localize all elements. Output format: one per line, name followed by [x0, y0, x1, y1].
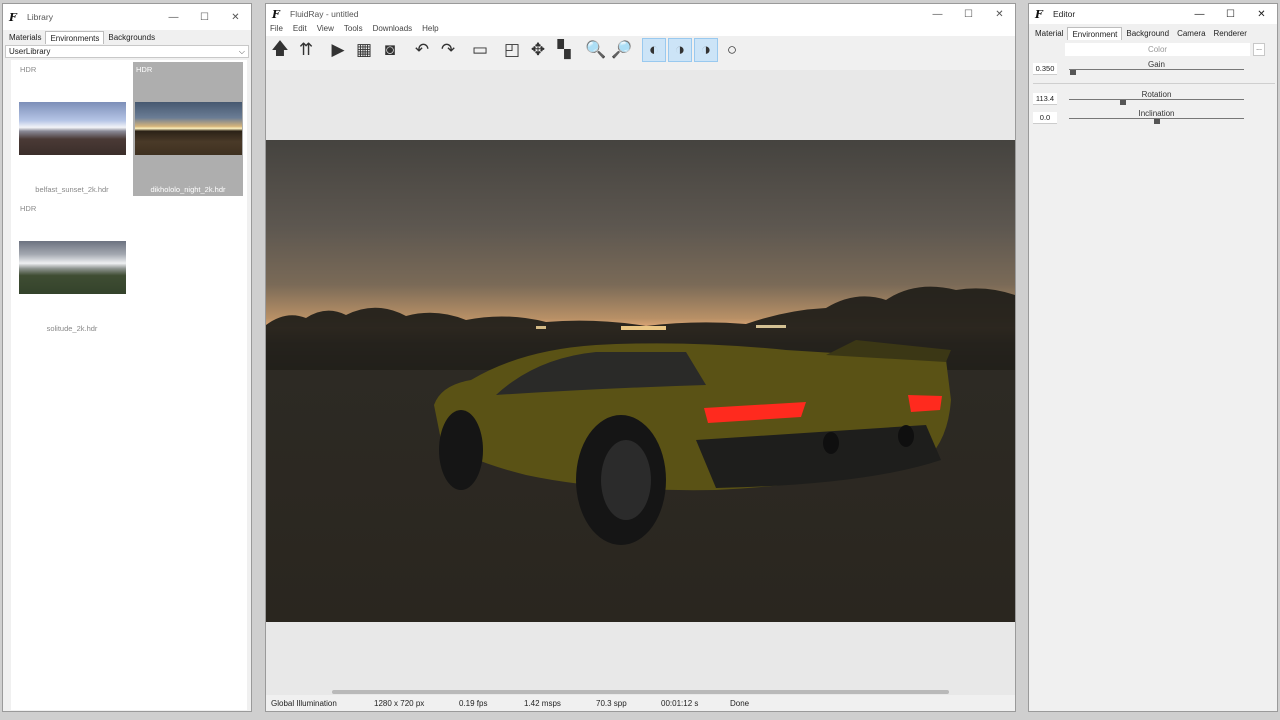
environment-thumbnail — [135, 102, 242, 155]
main-titlebar[interactable]: F FluidRay - untitled — ☐ ✕ — [266, 4, 1015, 24]
upload-icon[interactable]: 🡅 — [268, 38, 292, 62]
chevron-down-icon: ⌵ — [238, 47, 245, 56]
redo-icon[interactable]: ↷ — [436, 38, 460, 62]
hdr-badge: HDR — [136, 65, 153, 74]
menu-view[interactable]: View — [317, 24, 334, 36]
maximize-button[interactable]: ☐ — [953, 4, 984, 24]
inclination-slider-thumb[interactable] — [1153, 119, 1160, 124]
tab-camera[interactable]: Camera — [1173, 27, 1209, 40]
play-icon[interactable]: ▶ — [326, 38, 350, 62]
close-button[interactable]: ✕ — [220, 4, 251, 30]
environment-editor: Color ... 0.350 Gain 113.4 Rotation 0.0 … — [1029, 41, 1277, 711]
inclination-label: Inclination — [1138, 109, 1175, 118]
maximize-button[interactable]: ☐ — [1215, 4, 1246, 24]
status-msps: 1.42 msps — [524, 698, 561, 708]
tab-environment[interactable]: Environment — [1067, 27, 1123, 40]
zoom-in-icon[interactable]: 🔎 — [610, 38, 634, 62]
library-item[interactable]: HDR solitude_2k.hdr — [17, 201, 127, 335]
hdr-badge: HDR — [20, 204, 37, 213]
divider — [1033, 83, 1275, 84]
library-item-name: belfast_sunset_2k.hdr — [35, 185, 109, 194]
hdr-badge: HDR — [20, 65, 37, 74]
library-select-value: UserLibrary — [9, 47, 51, 56]
circle-icon[interactable]: ○ — [720, 38, 744, 62]
library-tabs: Materials Environments Backgrounds — [3, 30, 251, 44]
minimize-button[interactable]: — — [158, 4, 189, 30]
menu-downloads[interactable]: Downloads — [373, 24, 413, 36]
pixel-icon[interactable]: ▚ — [552, 38, 576, 62]
fluidray-logo-icon: F — [272, 7, 280, 21]
window-icon[interactable]: ▭ — [468, 38, 492, 62]
rotation-slider-thumb[interactable] — [1120, 100, 1127, 105]
library-title: Library — [27, 12, 53, 22]
rotation-label: Rotation — [1141, 90, 1172, 99]
save-icon[interactable]: ◙ — [378, 38, 402, 62]
close-button[interactable]: ✕ — [1246, 4, 1277, 24]
upload-multi-icon[interactable]: ⇈ — [294, 38, 318, 62]
editor-title: Editor — [1053, 9, 1076, 19]
shade-left-icon[interactable]: ◐ — [642, 38, 666, 62]
editor-titlebar[interactable]: F Editor — ☐ ✕ — [1029, 4, 1277, 24]
minimize-button[interactable]: — — [922, 4, 953, 24]
editor-window: F Editor — ☐ ✕ Material Environment Back… — [1028, 3, 1278, 712]
status-time: 00:01:12 s — [661, 698, 699, 708]
main-window: F FluidRay - untitled — ☐ ✕ File Edit Vi… — [265, 3, 1016, 712]
fluidray-logo-icon: F — [1035, 7, 1043, 21]
library-window: F Library — ☐ ✕ Materials Environments B… — [2, 3, 252, 712]
tab-environments[interactable]: Environments — [45, 31, 105, 44]
gain-value[interactable]: 0.350 — [1033, 63, 1057, 75]
minimize-button[interactable]: — — [1184, 4, 1215, 24]
more-options-button[interactable]: ... — [1253, 43, 1265, 56]
tab-material[interactable]: Material — [1031, 27, 1067, 40]
status-bar: Global Illumination 1280 x 720 px 0.19 f… — [266, 695, 1015, 711]
region-icon[interactable]: ◰ — [500, 38, 524, 62]
library-item-name: dikhololo_night_2k.hdr — [150, 185, 226, 194]
library-item[interactable]: HDR dikhololo_night_2k.hdr — [133, 62, 243, 196]
gain-slider-track[interactable] — [1069, 69, 1244, 70]
gain-slider-thumb[interactable] — [1069, 70, 1076, 75]
tab-renderer[interactable]: Renderer — [1210, 27, 1251, 40]
rotation-value[interactable]: 113.4 — [1033, 93, 1057, 105]
inclination-value[interactable]: 0.0 — [1033, 112, 1057, 124]
environment-thumbnail — [19, 102, 126, 155]
rotation-slider-track[interactable] — [1069, 99, 1244, 100]
render-scene — [266, 286, 1015, 545]
tab-backgrounds[interactable]: Backgrounds — [104, 31, 159, 44]
library-item-name: solitude_2k.hdr — [46, 324, 98, 333]
move-icon[interactable]: ✥ — [526, 38, 550, 62]
status-spp: 70.3 spp — [596, 698, 627, 708]
render-viewport[interactable] — [266, 70, 1015, 695]
library-item[interactable]: HDR belfast_sunset_2k.hdr — [17, 62, 127, 196]
library-titlebar[interactable]: F Library — ☐ ✕ — [3, 4, 251, 30]
status-mode: Global Illumination — [271, 698, 337, 708]
editor-tabs: Material Environment Background Camera R… — [1029, 24, 1277, 40]
shade-right-icon[interactable]: ◑ — [694, 38, 718, 62]
tab-materials[interactable]: Materials — [5, 31, 45, 44]
color-picker[interactable]: Color — [1065, 43, 1250, 56]
main-title: FluidRay - untitled — [290, 9, 359, 19]
undo-icon[interactable]: ↶ — [410, 38, 434, 62]
shade-both-icon[interactable]: ◑ — [668, 38, 692, 62]
fluidray-logo-icon: F — [9, 10, 17, 24]
menu-edit[interactable]: Edit — [293, 24, 307, 36]
menu-bar: File Edit View Tools Downloads Help — [266, 24, 1015, 36]
film-icon[interactable]: ▦ — [352, 38, 376, 62]
render-image — [266, 140, 1015, 622]
status-state: Done — [730, 698, 750, 708]
status-resolution: 1280 x 720 px — [374, 698, 425, 708]
zoom-out-icon[interactable]: 🔍 — [584, 38, 608, 62]
menu-tools[interactable]: Tools — [344, 24, 363, 36]
library-select[interactable]: UserLibrary ⌵ — [5, 45, 249, 58]
close-button[interactable]: ✕ — [984, 4, 1015, 24]
environment-thumbnail — [19, 241, 126, 294]
menu-file[interactable]: File — [270, 24, 283, 36]
status-fps: 0.19 fps — [459, 698, 488, 708]
menu-help[interactable]: Help — [422, 24, 438, 36]
maximize-button[interactable]: ☐ — [189, 4, 220, 30]
library-grid: HDR belfast_sunset_2k.hdr HDR dikhololo_… — [11, 60, 247, 710]
gain-label: Gain — [1148, 60, 1165, 69]
tab-background[interactable]: Background — [1122, 27, 1173, 40]
toolbar: 🡅 ⇈ ▶ ▦ ◙ ↶ ↷ ▭ ◰ ✥ ▚ 🔍 🔎 ◐ ◑ ◑ ○ — [266, 36, 1015, 64]
horizontal-scrollbar[interactable] — [332, 690, 949, 694]
